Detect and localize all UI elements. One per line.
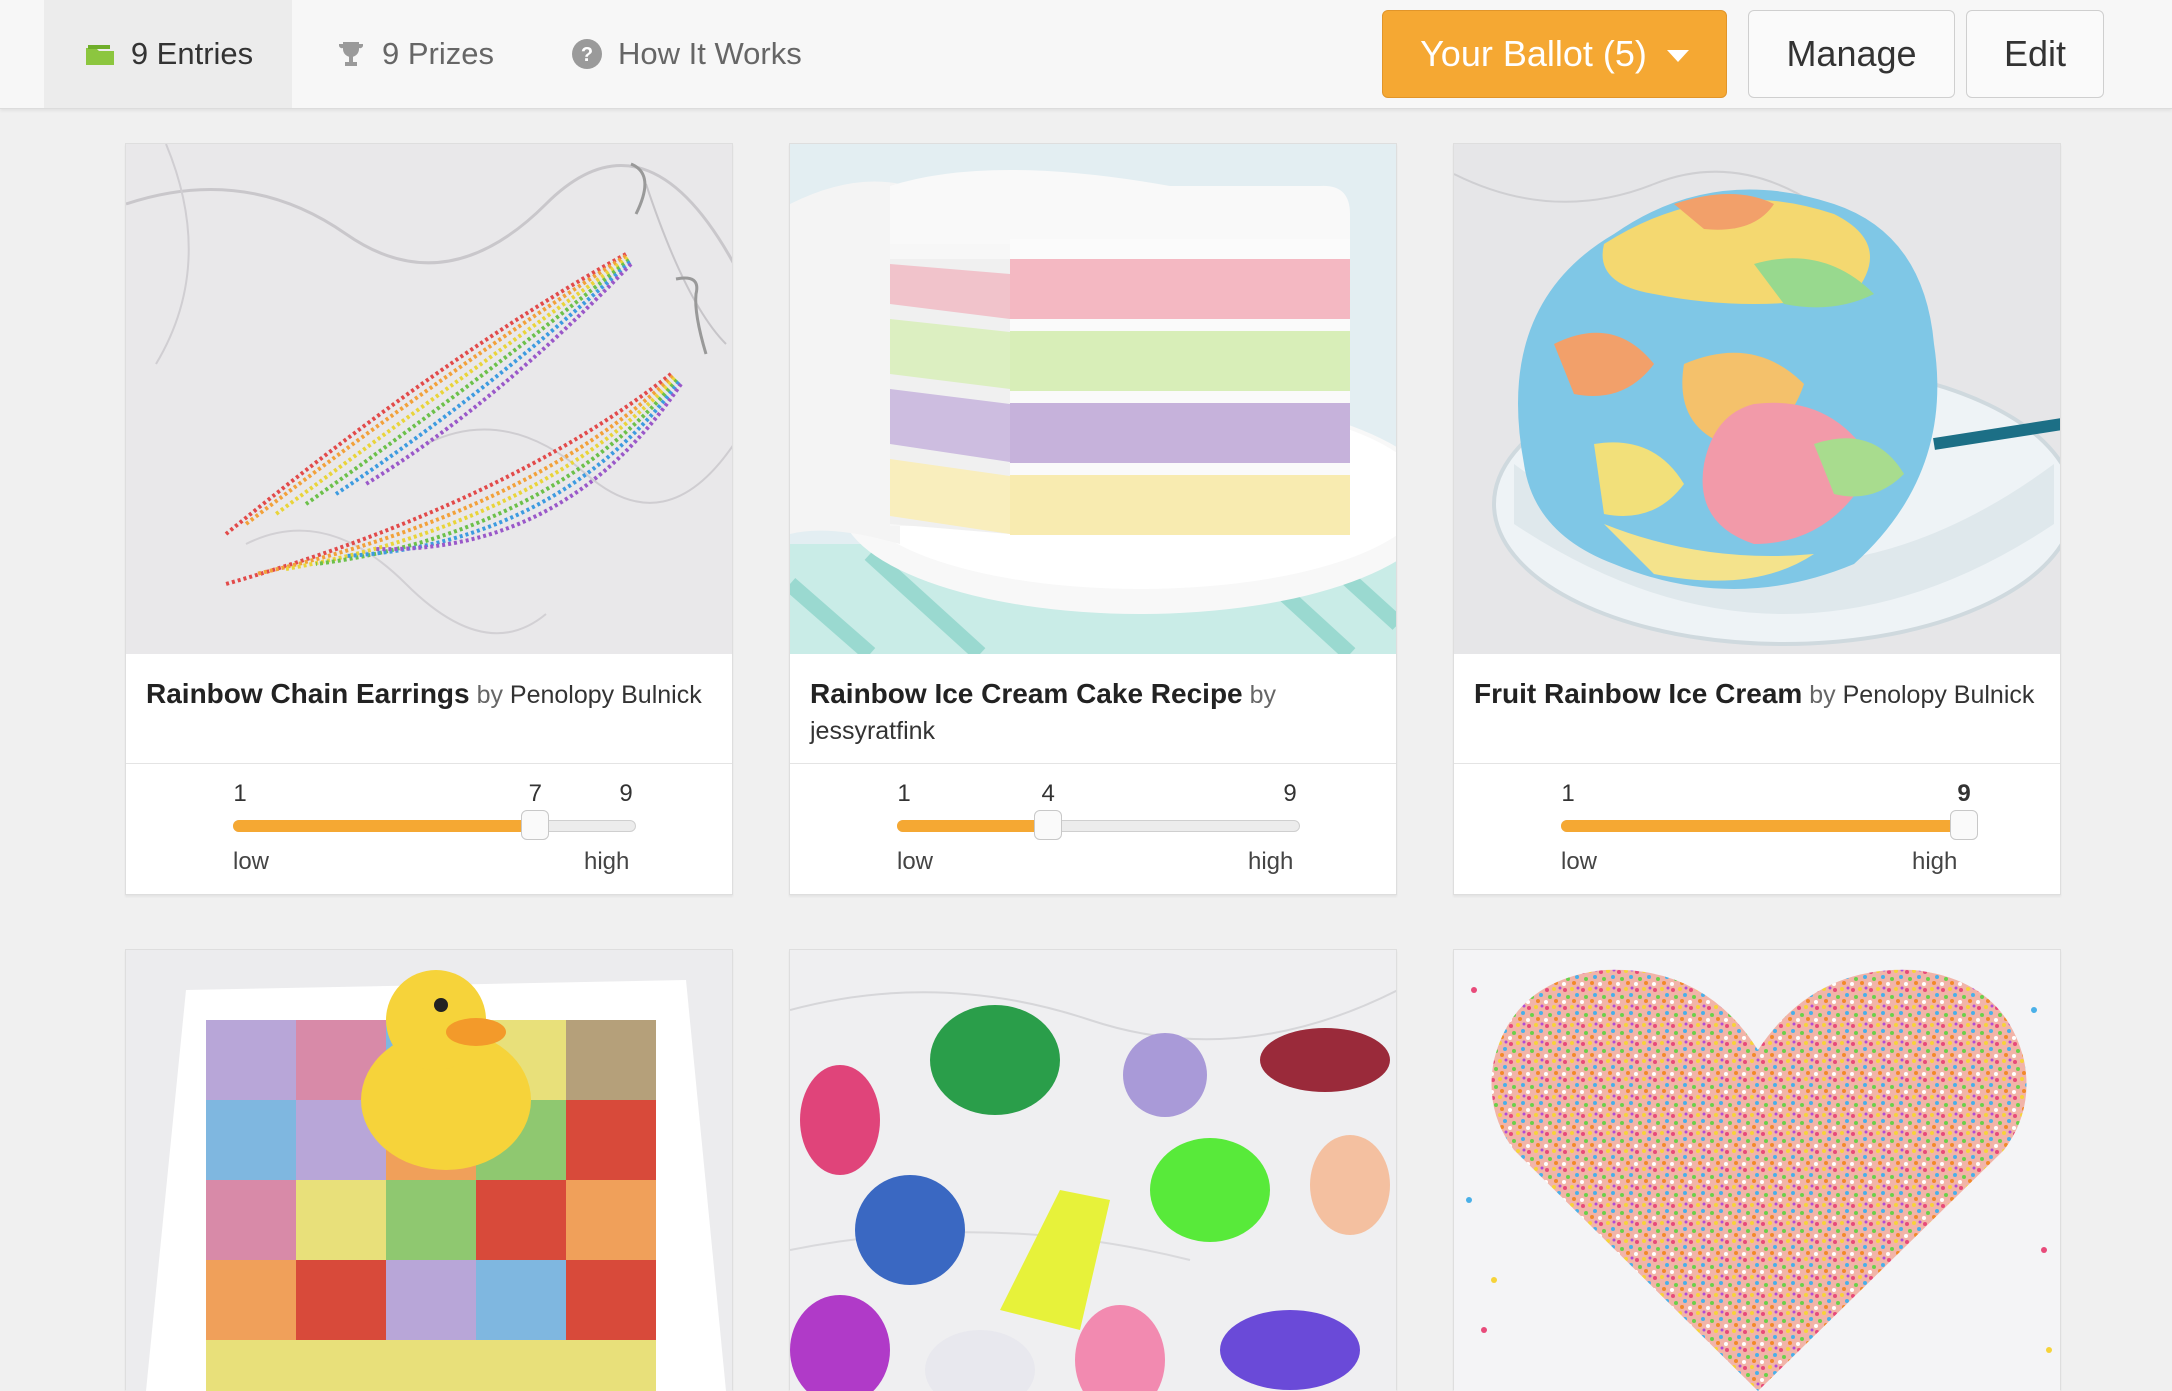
entry-card [125,949,733,1391]
slider-fill [233,820,536,832]
trophy-icon [334,37,368,71]
tab-entries[interactable]: 9 Entries [44,0,292,108]
top-nav-bar: 9 Entries 9 Prizes ? How It Works Your B… [0,0,2172,109]
slider-max-value: 9 [619,780,633,807]
slider-min-value: 1 [233,780,247,807]
entry-author[interactable]: jessyratfink [810,717,935,745]
edit-label: Edit [2003,33,2067,74]
entry-by: by [476,681,503,709]
tab-how-it-works-label: How It Works [618,36,802,71]
svg-text:?: ? [581,44,593,66]
slider-high-label: high [1912,848,1958,875]
manage-button[interactable]: Manage [1748,10,1955,98]
tab-entries-label: 9 Entries [130,36,254,71]
slider-max-value: 9 [1283,780,1297,807]
slider-low-label: low [1561,848,1598,875]
crochet-square-duck-photo[interactable] [126,950,732,1391]
entry-info: Rainbow Ice Cream Cake Recipe by jessyra… [790,654,1396,764]
entries-folder-icon [83,37,117,71]
manage-label: Manage [1786,33,1917,74]
entry-card: Rainbow Chain Earrings by Penolopy Bulni… [125,143,733,895]
ice-cream-cake-photo[interactable] [790,144,1396,654]
entry-info: Fruit Rainbow Ice Cream by Penolopy Buln… [1454,654,2060,764]
entry-card [1453,949,2061,1391]
entry-by: by [1249,681,1276,709]
crystal-gems-photo[interactable] [790,950,1396,1391]
entry-title[interactable]: Rainbow Chain Earrings [146,678,470,709]
slider-high-label: high [1248,848,1294,875]
rating-slider: 1 7 9 low high [126,764,732,894]
slider-fill [1561,820,1964,832]
tab-prizes-label: 9 Prizes [382,36,494,71]
entry-by: by [1809,681,1836,709]
slider-min-value: 1 [1561,780,1575,807]
entry-card: Rainbow Ice Cream Cake Recipe by jessyra… [789,143,1397,895]
your-ballot-label: Your Ballot (5) [1420,33,1647,74]
slider-low-label: low [233,848,270,875]
entry-card: Fruit Rainbow Ice Cream by Penolopy Buln… [1453,143,2061,895]
slider-current-value: 9 [1957,780,1971,807]
entry-info: Rainbow Chain Earrings by Penolopy Bulni… [126,654,732,764]
entry-author[interactable]: Penolopy Bulnick [1843,681,2035,709]
your-ballot-button[interactable]: Your Ballot (5) [1382,10,1727,98]
entry-author[interactable]: Penolopy Bulnick [510,681,702,709]
slider-handle[interactable] [1950,810,1978,840]
caret-down-icon [1666,50,1689,62]
question-circle-icon: ? [570,37,604,71]
entry-title[interactable]: Rainbow Ice Cream Cake Recipe [810,678,1243,709]
edit-button[interactable]: Edit [1966,10,2104,98]
slider-fill [897,820,1049,832]
rating-slider: 1 4 9 low high [790,764,1396,894]
tab-prizes[interactable]: 9 Prizes [334,0,494,108]
entry-card [789,949,1397,1391]
tab-how-it-works[interactable]: ? How It Works [570,0,802,108]
rainbow-earrings-photo[interactable] [126,144,732,654]
slider-handle[interactable] [521,810,550,840]
slider-high-label: high [584,848,630,875]
slider-low-label: low [897,848,934,875]
rating-slider: 1 9 low high [1454,764,2060,894]
entry-title[interactable]: Fruit Rainbow Ice Cream [1474,678,1802,709]
sprinkle-heart-cake-photo[interactable] [1454,950,2060,1391]
slider-current-value: 7 [528,780,542,807]
slider-handle[interactable] [1034,810,1063,840]
slider-min-value: 1 [897,780,911,807]
rainbow-ice-cream-photo[interactable] [1454,144,2060,654]
slider-current-value: 4 [1041,780,1055,807]
